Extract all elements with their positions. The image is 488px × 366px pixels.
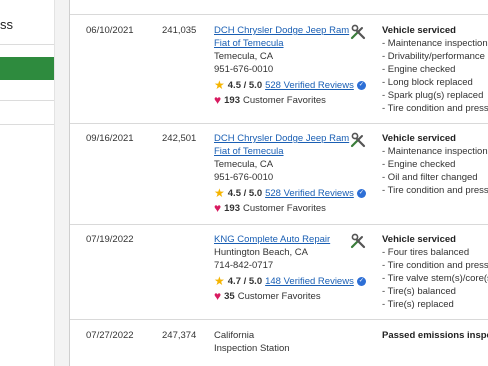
row-divider <box>70 224 488 225</box>
mileage: 247,374 <box>162 330 197 341</box>
row-divider <box>70 319 488 320</box>
row-divider <box>70 123 488 124</box>
shop-link[interactable]: Fiat of Temecula <box>214 38 284 49</box>
service-item: - Four tires balanced <box>382 247 470 258</box>
shop-phone: 951-676-0010 <box>214 172 274 183</box>
service-heading: Vehicle serviced <box>382 133 456 144</box>
service-item: - Tire condition and pressure <box>382 185 488 196</box>
favorites-label: Customer Favorites <box>242 95 326 106</box>
tools-icon <box>350 24 366 40</box>
mileage: 242,501 <box>162 133 197 144</box>
shop-location: Temecula, CA <box>214 159 274 170</box>
shop-phone: 714-842-0717 <box>214 260 274 271</box>
shop-name: California <box>214 330 255 341</box>
sidebar: ss <box>0 0 56 366</box>
shop-info: DCH Chrysler Dodge Jeep Ram Fiat of Teme… <box>214 24 366 107</box>
service-heading: Passed emissions inspectio <box>382 330 488 341</box>
shop-info: KNG Complete Auto Repair Huntington Beac… <box>214 233 366 303</box>
rating-value: 4.5 / 5.0 <box>227 80 263 91</box>
service-item: - Maintenance inspection co <box>382 38 488 49</box>
shop-location: Huntington Beach, CA <box>214 247 309 258</box>
favorites-label: Customer Favorites <box>242 203 326 214</box>
verified-badge-icon: ✓ <box>356 81 366 90</box>
reviews-link[interactable]: 528 Verified Reviews <box>265 79 354 92</box>
star-icon: ★ <box>214 274 225 288</box>
sidebar-title: ss <box>0 17 13 32</box>
shop-name: Inspection Station <box>214 343 290 354</box>
gutter-border <box>69 0 70 366</box>
service-item: - Engine checked <box>382 159 456 170</box>
service-details: Vehicle serviced - Maintenance inspectio… <box>382 24 488 115</box>
verified-badge-icon: ✓ <box>356 277 366 286</box>
row-divider <box>70 14 488 15</box>
star-icon: ★ <box>214 78 225 92</box>
shop-info: DCH Chrysler Dodge Jeep Ram Fiat of Teme… <box>214 132 366 215</box>
service-item: - Maintenance inspection co <box>382 146 488 157</box>
service-item: - Tire(s) replaced <box>382 299 454 310</box>
heart-icon: ♥ <box>214 201 222 215</box>
shop-location: Temecula, CA <box>214 51 274 62</box>
tools-icon <box>350 132 366 148</box>
service-item: - Drivability/performance ch <box>382 51 488 62</box>
service-item: - Tire valve stem(s)/core(s) <box>382 273 488 284</box>
favorites-count: 193 <box>224 95 240 106</box>
service-item: - Tire(s) balanced <box>382 286 456 297</box>
favorites: ♥ 35 Customer Favorites <box>214 290 366 303</box>
shop-info: California Inspection Station <box>214 329 290 355</box>
rating: ★ 4.7 / 5.0 148 Verified Reviews ✓ <box>214 275 366 288</box>
service-item: - Engine checked <box>382 64 456 75</box>
reviews-link[interactable]: 148 Verified Reviews <box>265 275 354 288</box>
service-item: - Long block replaced <box>382 77 473 88</box>
rating: ★ 4.5 / 5.0 528 Verified Reviews ✓ <box>214 79 366 92</box>
heart-icon: ♥ <box>214 93 222 107</box>
sidebar-active-item[interactable] <box>0 57 54 80</box>
service-item: - Tire condition and pressure <box>382 260 488 271</box>
service-details: Vehicle serviced - Four tires balanced -… <box>382 233 488 311</box>
favorites: ♥ 193 Customer Favorites <box>214 94 366 107</box>
service-details: Passed emissions inspectio <box>382 329 488 342</box>
shop-phone: 951-676-0010 <box>214 64 274 75</box>
shop-link[interactable]: Fiat of Temecula <box>214 146 284 157</box>
rating-value: 4.7 / 5.0 <box>227 276 263 287</box>
favorites-count: 35 <box>224 291 235 302</box>
rating-value: 4.5 / 5.0 <box>227 188 263 199</box>
service-date: 07/27/2022 <box>86 330 134 341</box>
heart-icon: ♥ <box>214 289 222 303</box>
favorites-count: 193 <box>224 203 240 214</box>
service-item: - Oil and filter changed <box>382 172 478 183</box>
sidebar-divider <box>0 124 54 125</box>
verified-badge-icon: ✓ <box>356 189 366 198</box>
service-heading: Vehicle serviced <box>382 234 456 245</box>
reviews-link[interactable]: 528 Verified Reviews <box>265 187 354 200</box>
favorites-label: Customer Favorites <box>237 291 321 302</box>
service-heading: Vehicle serviced <box>382 25 456 36</box>
gutter <box>55 0 70 366</box>
service-date: 06/10/2021 <box>86 25 134 36</box>
sidebar-divider <box>0 44 54 45</box>
service-date: 07/19/2022 <box>86 234 134 245</box>
service-details: Vehicle serviced - Maintenance inspectio… <box>382 132 488 197</box>
mileage: 241,035 <box>162 25 197 36</box>
shop-link[interactable]: DCH Chrysler Dodge Jeep Ram <box>214 25 349 36</box>
service-item: - Tire condition and pressure <box>382 103 488 114</box>
star-icon: ★ <box>214 186 225 200</box>
sidebar-divider <box>0 100 54 101</box>
favorites: ♥ 193 Customer Favorites <box>214 202 366 215</box>
tools-icon <box>350 233 366 249</box>
shop-link[interactable]: DCH Chrysler Dodge Jeep Ram <box>214 133 349 144</box>
service-date: 09/16/2021 <box>86 133 134 144</box>
shop-link[interactable]: KNG Complete Auto Repair <box>214 234 330 245</box>
rating: ★ 4.5 / 5.0 528 Verified Reviews ✓ <box>214 187 366 200</box>
service-item: - Spark plug(s) replaced <box>382 90 484 101</box>
